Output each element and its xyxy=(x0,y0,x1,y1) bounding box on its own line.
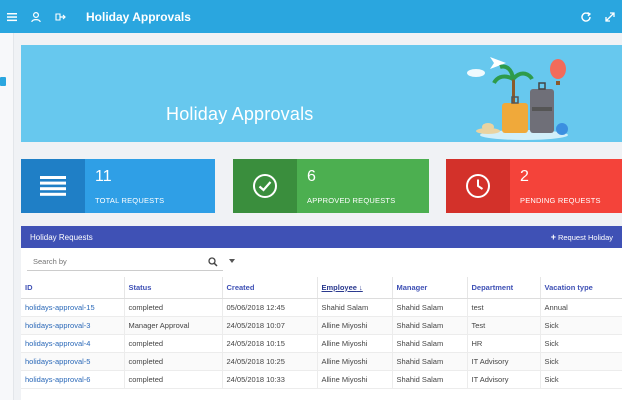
expand-icon[interactable] xyxy=(598,0,622,33)
table-cell: Manager Approval xyxy=(123,316,222,335)
table-cell: IT Advisory xyxy=(466,370,540,389)
table-cell: Shahid Salam xyxy=(391,370,467,389)
app-header: Holiday Approvals xyxy=(0,0,622,33)
table-cell: completed xyxy=(123,334,222,353)
table-cell: 24/05/2018 10:25 xyxy=(221,352,317,371)
table-cell: Test xyxy=(466,316,540,335)
table-cell: Alline Miyoshi xyxy=(316,334,392,353)
table-cell: completed xyxy=(123,370,222,389)
requests-table: ID Status Created Employee ↓ Manager Departme… xyxy=(21,277,622,389)
table-cell: 24/05/2018 10:33 xyxy=(221,370,317,389)
column-header-id[interactable]: ID xyxy=(21,277,124,299)
left-gutter xyxy=(0,33,14,400)
collapsed-nav-icon[interactable] xyxy=(0,77,6,86)
table-cell: HR xyxy=(466,334,540,353)
table-cell: Sick xyxy=(539,334,622,353)
column-header-vacation-type[interactable]: Vacation type xyxy=(539,277,622,299)
table-row[interactable]: holidays-approval-6 completed 24/05/2018 1… xyxy=(21,370,622,389)
sort-arrow-icon: ↓ xyxy=(356,282,363,292)
column-header-manager[interactable]: Manager xyxy=(391,277,467,299)
approved-requests-value: 6 xyxy=(307,168,316,185)
table-cell: Alline Miyoshi xyxy=(316,352,392,371)
panel-title: Holiday Requests xyxy=(30,232,93,242)
table-cell: 24/05/2018 10:15 xyxy=(221,334,317,353)
table-row[interactable]: holidays-approval-5 completed 24/05/2018 1… xyxy=(21,352,622,371)
approved-requests-label: APPROVED REQUESTS xyxy=(307,196,396,205)
search-icon[interactable] xyxy=(208,257,218,267)
stat-card-approved[interactable]: 6 APPROVED REQUESTS xyxy=(233,159,429,213)
banner: Holiday Approvals xyxy=(21,45,622,142)
table-cell: test xyxy=(466,298,540,317)
header-title: Holiday Approvals xyxy=(86,9,191,24)
table-cell: Annual xyxy=(539,298,622,317)
request-holiday-button[interactable]: + Request Holiday xyxy=(551,232,613,242)
table-cell: IT Advisory xyxy=(466,352,540,371)
table-cell: Alline Miyoshi xyxy=(316,316,392,335)
stat-card-pending[interactable]: 2 PENDING REQUESTS xyxy=(446,159,622,213)
table-cell: 24/05/2018 10:07 xyxy=(221,316,317,335)
vacation-illustration-icon xyxy=(467,57,568,140)
plus-icon: + xyxy=(550,232,556,242)
column-header-status[interactable]: Status xyxy=(123,277,222,299)
request-id-link[interactable]: holidays-approval-6 xyxy=(21,370,124,389)
request-id-link[interactable]: holidays-approval-5 xyxy=(21,352,124,371)
signout-icon[interactable] xyxy=(48,0,72,33)
user-icon[interactable] xyxy=(24,0,48,33)
total-requests-value: 11 xyxy=(95,168,112,185)
check-circle-icon xyxy=(253,174,277,198)
clock-icon xyxy=(466,174,490,198)
table-cell: Shahid Salam xyxy=(316,298,392,317)
table-cell: Shahid Salam xyxy=(391,334,467,353)
table-cell: Sick xyxy=(539,316,622,335)
holiday-requests-panel: Holiday Requests + Request Holiday IDSta… xyxy=(21,226,622,400)
request-id-link[interactable]: holidays-approval-15 xyxy=(21,298,124,317)
panel-header: Holiday Requests + Request Holiday xyxy=(21,226,622,248)
column-header-employee[interactable]: Employee ↓ xyxy=(316,277,392,299)
refresh-icon[interactable] xyxy=(574,0,598,33)
pending-requests-value: 2 xyxy=(520,168,529,185)
table-cell: completed xyxy=(123,352,222,371)
total-requests-label: TOTAL REQUESTS xyxy=(95,196,165,205)
table-cell: Alline Miyoshi xyxy=(316,370,392,389)
search-input[interactable] xyxy=(27,257,187,266)
request-holiday-label: Request Holiday xyxy=(557,232,613,242)
list-icon xyxy=(40,176,66,196)
banner-title: Holiday Approvals xyxy=(166,104,314,124)
table-header-row: ID Status Created Employee ↓ Manager Departme… xyxy=(21,277,622,299)
table-cell: Shahid Salam xyxy=(391,352,467,371)
table-cell: Shahid Salam xyxy=(391,316,467,335)
column-header-department[interactable]: Department xyxy=(466,277,540,299)
table-cell: completed xyxy=(123,298,222,317)
request-id-link[interactable]: holidays-approval-3 xyxy=(21,316,124,335)
menu-icon[interactable] xyxy=(0,0,24,33)
request-id-link[interactable]: holidays-approval-4 xyxy=(21,334,124,353)
table-row[interactable]: holidays-approval-15 completed 05/06/2018 … xyxy=(21,298,622,317)
table-row[interactable]: holidays-approval-3 Manager Approval 24/05… xyxy=(21,316,622,335)
search-box xyxy=(27,253,223,271)
table-cell: Shahid Salam xyxy=(391,298,467,317)
table-cell: Sick xyxy=(539,352,622,371)
search-options-dropdown[interactable] xyxy=(229,259,235,263)
stat-card-total[interactable]: 11 TOTAL REQUESTS xyxy=(21,159,215,213)
pending-requests-label: PENDING REQUESTS xyxy=(520,196,601,205)
table-row[interactable]: holidays-approval-4 completed 24/05/2018 1… xyxy=(21,334,622,353)
table-cell: 05/06/2018 12:45 xyxy=(221,298,317,317)
table-cell: Sick xyxy=(539,370,622,389)
column-header-created[interactable]: Created xyxy=(221,277,317,299)
